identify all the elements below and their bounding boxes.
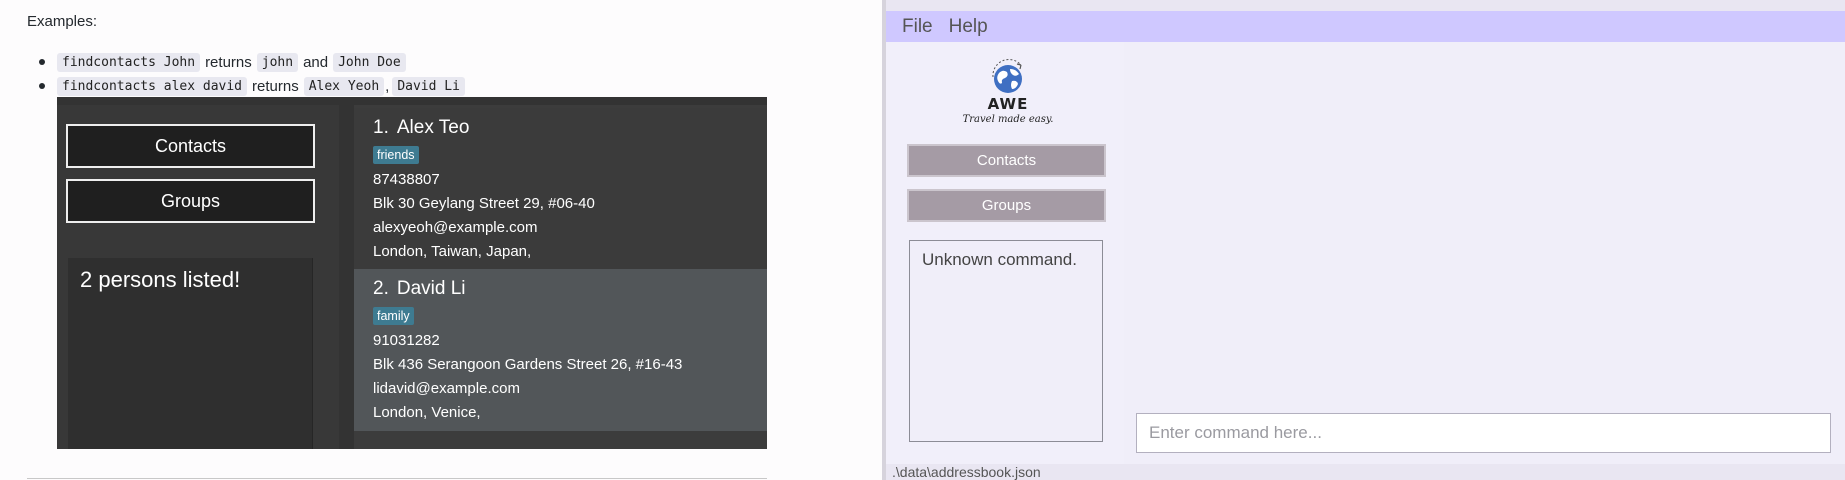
- person-phone: 91031282: [373, 332, 440, 349]
- example-joiner: ,: [385, 77, 390, 95]
- person-card: 1. Alex Teo friends 87438807 Blk 30 Geyla…: [354, 108, 767, 269]
- horizontal-rule: [27, 478, 767, 479]
- screenshot-sidebar: Contacts Groups 2 persons listed!: [57, 105, 339, 449]
- person-name: David Li: [396, 278, 466, 299]
- person-card: 2. David Li family 91031282 Blk 436 Seran…: [354, 269, 767, 431]
- person-index: 2.: [373, 278, 389, 299]
- status-bar: .\data\addressbook.json: [886, 464, 1845, 480]
- example-command: findcontacts John: [57, 52, 201, 72]
- example-returns-text: returns: [205, 53, 252, 71]
- documentation-pane: Examples: findcontacts John returns john…: [0, 0, 884, 480]
- examples-list: findcontacts John returns john and John …: [37, 50, 465, 98]
- app-window: File Help AWE Travel made easy. Contacts…: [886, 0, 1845, 480]
- example-item: findcontacts John returns john and John …: [37, 50, 465, 74]
- person-email: lidavid@example.com: [373, 380, 520, 397]
- globe-icon: [992, 59, 1022, 93]
- app-main-panel: Enter command here...: [1124, 42, 1845, 464]
- save-location: .\data\addressbook.json: [892, 464, 1041, 480]
- result-display: Unknown command.: [909, 240, 1103, 442]
- person-address: Blk 30 Geylang Street 29, #06-40: [373, 195, 595, 212]
- person-index: 1.: [373, 117, 389, 138]
- contacts-button[interactable]: Contacts: [907, 144, 1106, 177]
- groups-button[interactable]: Groups: [907, 189, 1106, 222]
- logo-tagline: Travel made easy.: [962, 114, 1054, 125]
- example-result: john: [256, 52, 299, 72]
- example-result: Alex Yeoh: [303, 76, 385, 96]
- person-tag: friends: [373, 146, 419, 164]
- app-logo: AWE Travel made easy.: [963, 57, 1053, 132]
- screenshot-result-display: 2 persons listed!: [68, 258, 313, 449]
- example-result: David Li: [392, 76, 465, 96]
- screenshot-groups-button: Groups: [66, 179, 315, 223]
- example-command: findcontacts alex david: [57, 76, 248, 96]
- menu-file[interactable]: File: [902, 16, 933, 38]
- example-screenshot: Contacts Groups 2 persons listed! 1. Alex…: [57, 97, 767, 449]
- screenshot-person-list: 1. Alex Teo friends 87438807 Blk 30 Geyla…: [354, 105, 767, 449]
- examples-heading: Examples:: [27, 13, 98, 30]
- person-name-row: 1. Alex Teo: [373, 117, 767, 144]
- person-name-row: 2. David Li: [373, 278, 767, 305]
- command-input[interactable]: Enter command here...: [1136, 413, 1831, 453]
- example-returns-text: returns: [252, 77, 299, 95]
- person-name: Alex Teo: [396, 117, 470, 138]
- app-sidebar: AWE Travel made easy. Contacts Groups Un…: [886, 42, 1124, 464]
- person-places: London, Venice,: [373, 404, 481, 421]
- example-joiner: and: [303, 53, 329, 71]
- person-tag: family: [373, 307, 414, 325]
- person-phone: 87438807: [373, 171, 440, 188]
- menu-bar: File Help: [886, 11, 1845, 42]
- menu-help[interactable]: Help: [949, 16, 988, 38]
- person-places: London, Taiwan, Japan,: [373, 243, 532, 260]
- logo-title: AWE: [987, 95, 1029, 113]
- person-address: Blk 436 Serangoon Gardens Street 26, #16…: [373, 356, 683, 373]
- example-item: findcontacts alex david returns Alex Yeo…: [37, 74, 465, 98]
- example-result: John Doe: [333, 52, 406, 72]
- person-email: alexyeoh@example.com: [373, 219, 538, 236]
- screenshot-contacts-button: Contacts: [66, 124, 315, 168]
